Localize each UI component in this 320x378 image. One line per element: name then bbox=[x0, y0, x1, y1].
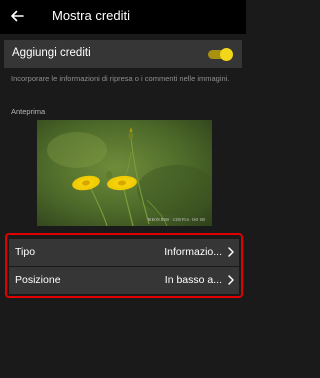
back-arrow-icon[interactable] bbox=[8, 7, 26, 25]
setting-value-type: Informazio... bbox=[164, 246, 222, 258]
credits-description: Incorporare le informazioni di ripresa o… bbox=[11, 74, 230, 83]
setting-label-position: Posizione bbox=[15, 274, 61, 286]
chevron-right-icon bbox=[228, 247, 234, 257]
preview-label: Anteprima bbox=[11, 107, 46, 116]
setting-label-type: Tipo bbox=[15, 246, 36, 258]
setting-row-position[interactable]: Posizione In basso a... bbox=[9, 267, 239, 294]
app-header: Mostra crediti bbox=[0, 0, 246, 34]
toggle-thumb bbox=[220, 48, 233, 61]
preview-watermark: NIKON D500 · 1/250 F5.6 · ISO 100 bbox=[147, 218, 205, 222]
add-credits-label: Aggiungi crediti bbox=[12, 47, 91, 59]
highlighted-settings-group: Tipo Informazio... Posizione In basso a.… bbox=[5, 233, 243, 298]
add-credits-row[interactable]: Aggiungi crediti bbox=[4, 40, 242, 68]
setting-row-type[interactable]: Tipo Informazio... bbox=[9, 239, 239, 266]
page-title: Mostra crediti bbox=[52, 8, 131, 23]
add-credits-toggle[interactable] bbox=[208, 48, 233, 61]
setting-value-position: In basso a... bbox=[164, 274, 222, 286]
preview-image: NIKON D500 · 1/250 F5.6 · ISO 100 bbox=[37, 120, 212, 226]
chevron-right-icon bbox=[228, 275, 234, 285]
